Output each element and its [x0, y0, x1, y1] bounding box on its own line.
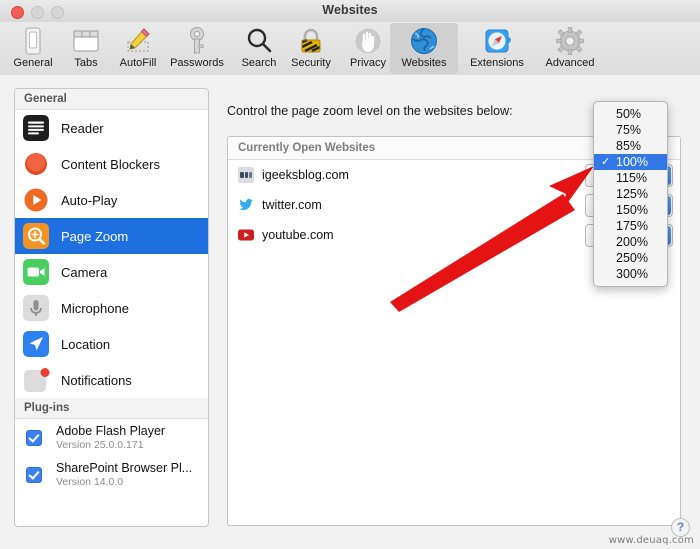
sidebar-item-reader[interactable]: Reader: [15, 110, 208, 146]
toolbar-item-extensions[interactable]: Extensions: [460, 23, 534, 74]
menu-item-zoom-200[interactable]: 200%: [594, 234, 667, 250]
microphone-icon: [23, 295, 49, 321]
sidebar-item-page-zoom[interactable]: Page Zoom: [15, 218, 208, 254]
menu-item-zoom-300[interactable]: 300%: [594, 266, 667, 282]
sidebar-item-label: Camera: [61, 264, 108, 280]
preferences-toolbar: General Tabs AutoFill Passwords Search S…: [0, 22, 700, 76]
plugin-checkbox[interactable]: [26, 466, 42, 483]
sidebar-item-auto-play[interactable]: Auto-Play: [15, 182, 208, 218]
youtube-favicon: [238, 227, 254, 243]
toolbar-item-passwords[interactable]: Passwords: [166, 23, 228, 74]
sidebar-item-label: Page Zoom: [61, 228, 129, 244]
window-title: Websites: [322, 3, 378, 17]
toolbar-label: Security: [291, 57, 331, 69]
plugin-name: SharePoint Browser Pl...: [56, 461, 193, 476]
menu-item-zoom-115[interactable]: 115%: [594, 170, 667, 186]
location-icon: [23, 331, 49, 357]
toolbar-label: Extensions: [470, 57, 524, 69]
sidebar-plugin-sharepoint-browser[interactable]: SharePoint Browser Pl... Version 14.0.0: [15, 456, 208, 493]
sidebar-group-plugins: Plug-ins: [15, 398, 208, 419]
reader-icon: [23, 115, 49, 141]
menu-item-zoom-85[interactable]: 85%: [594, 138, 667, 154]
websites-icon: [390, 25, 458, 57]
menu-item-zoom-150[interactable]: 150%: [594, 202, 667, 218]
sidebar-item-camera[interactable]: Camera: [15, 254, 208, 290]
toolbar-item-advanced[interactable]: Advanced: [535, 23, 605, 74]
sidebar-item-content-blockers[interactable]: Content Blockers: [15, 146, 208, 182]
plugin-name: Adobe Flash Player: [56, 424, 166, 439]
toolbar-item-websites[interactable]: Websites: [390, 23, 458, 74]
sidebar-item-label: Auto-Play: [61, 192, 118, 208]
menu-item-zoom-125[interactable]: 125%: [594, 186, 667, 202]
menu-item-zoom-175[interactable]: 175%: [594, 218, 667, 234]
window-titlebar: Websites: [0, 0, 700, 23]
toolbar-item-autofill[interactable]: AutoFill: [107, 23, 169, 74]
toolbar-label: Advanced: [545, 57, 595, 69]
safari-preferences-window: Websites General Tabs AutoFill Passwords…: [0, 0, 700, 549]
toolbar-label: AutoFill: [119, 57, 157, 69]
advanced-icon: [535, 25, 605, 57]
sidebar-item-label: Reader: [61, 120, 104, 136]
websites-sidebar: General Reader Content Blockers Auto-Pla…: [14, 88, 209, 527]
plugin-text: Adobe Flash Player Version 25.0.0.171: [56, 424, 165, 450]
sidebar-item-label: Microphone: [61, 300, 129, 316]
extensions-icon: [460, 25, 534, 57]
plugin-text: SharePoint Browser Pl... Version 14.0.0: [56, 461, 192, 487]
sidebar-item-label: Notifications: [61, 372, 132, 388]
twitter-favicon: [238, 197, 254, 213]
plugin-version: Version 25.0.0.171: [56, 438, 144, 451]
camera-icon: [23, 259, 49, 285]
passwords-icon: [166, 25, 228, 57]
menu-item-zoom-75[interactable]: 75%: [594, 122, 667, 138]
toolbar-label: Passwords: [170, 57, 224, 69]
auto-play-icon: [23, 187, 49, 213]
content-blockers-icon: [23, 151, 49, 177]
site-domain: youtube.com: [262, 228, 334, 242]
sidebar-item-microphone[interactable]: Microphone: [15, 290, 208, 326]
menu-item-zoom-50[interactable]: 50%: [594, 106, 667, 122]
sidebar-plugin-adobe-flash-player[interactable]: Adobe Flash Player Version 25.0.0.171: [15, 419, 208, 456]
sidebar-item-label: Location: [61, 336, 111, 352]
page-zoom-dropdown-menu[interactable]: 50% 75% 85% 100% 115% 125% 150% 175% 200…: [593, 101, 668, 287]
igeeksblog-favicon: [238, 167, 254, 183]
sidebar-group-general: General: [15, 89, 208, 110]
site-domain: twitter.com: [262, 198, 322, 212]
security-icon: [280, 25, 342, 57]
sidebar-item-label: Content Blockers: [61, 156, 160, 172]
menu-item-zoom-100[interactable]: 100%: [594, 154, 667, 170]
watermark-text: www.deuaq.com: [608, 535, 694, 546]
toolbar-item-security[interactable]: Security: [280, 23, 342, 74]
autofill-icon: [107, 25, 169, 57]
site-domain: igeeksblog.com: [262, 168, 349, 182]
page-zoom-icon: [23, 223, 49, 249]
sidebar-item-location[interactable]: Location: [15, 326, 208, 362]
plugin-checkbox[interactable]: [26, 429, 42, 446]
notifications-icon: [23, 367, 50, 393]
plugin-version: Version 14.0.0: [56, 475, 124, 488]
menu-item-zoom-250[interactable]: 250%: [594, 250, 667, 266]
toolbar-label: Websites: [401, 57, 447, 69]
sidebar-item-notifications[interactable]: Notifications: [15, 362, 208, 398]
